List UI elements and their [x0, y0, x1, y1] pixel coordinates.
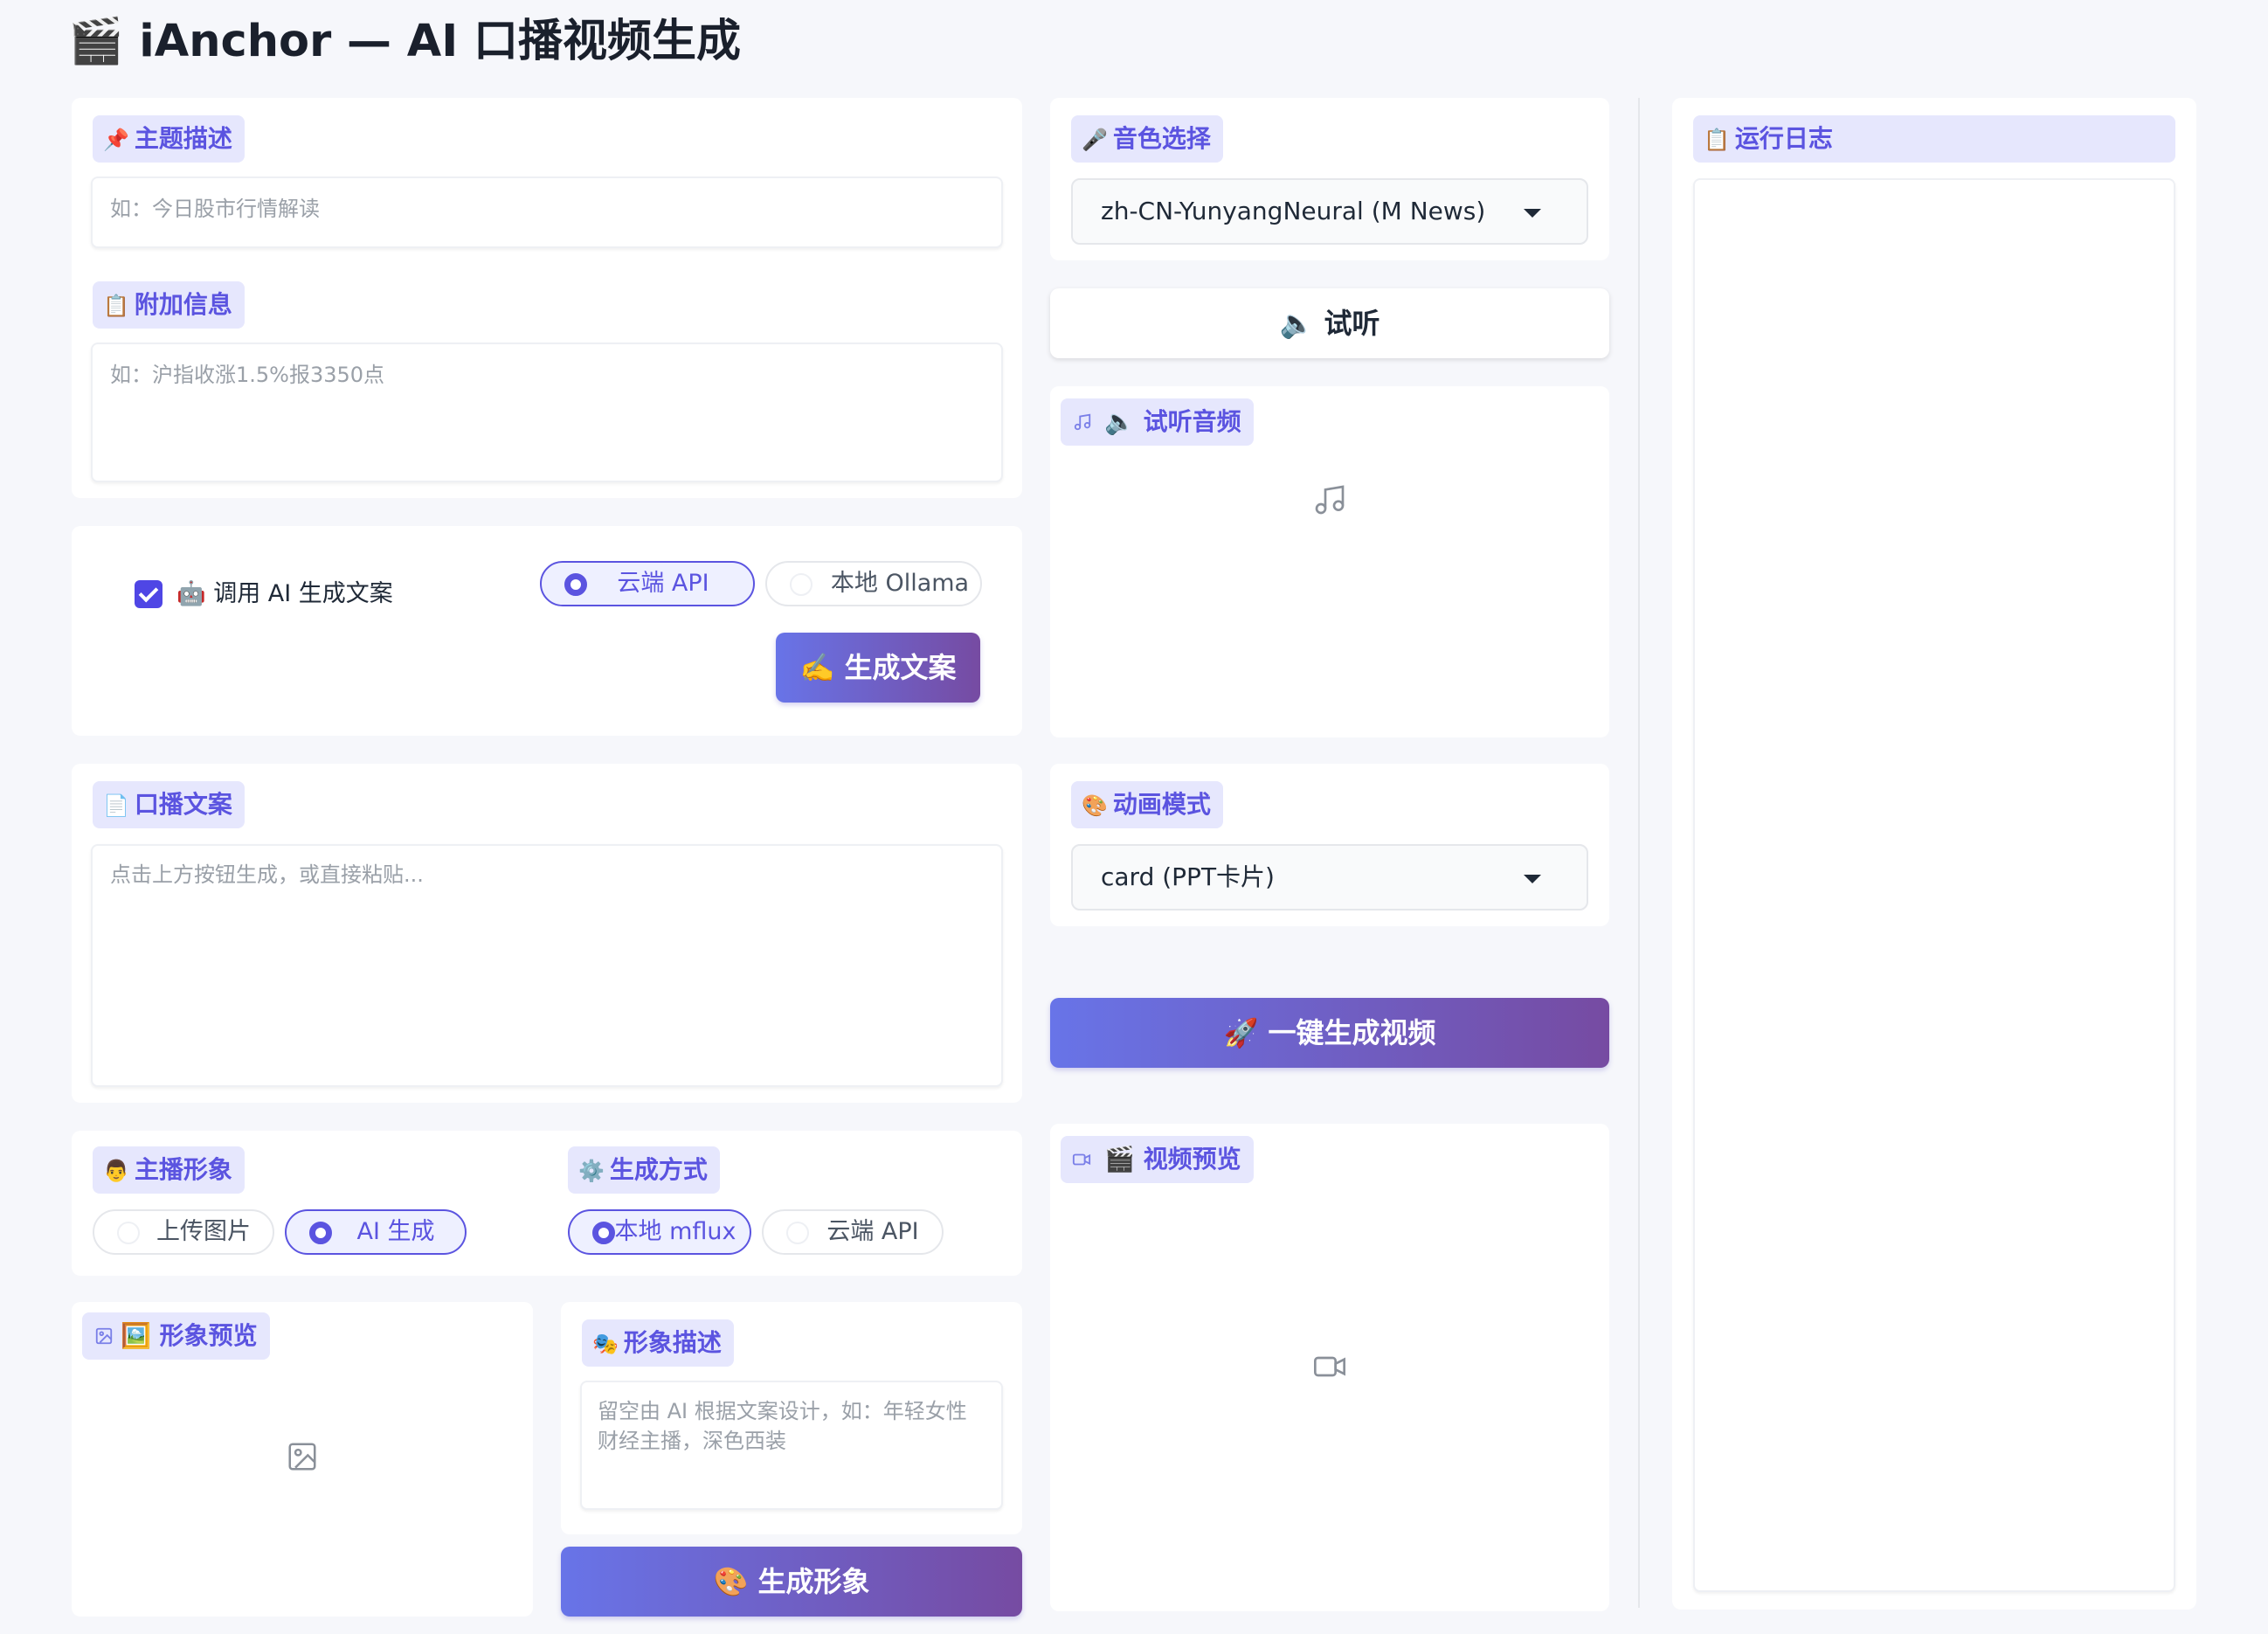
preview-audio-panel: 🔈 试听音频: [1050, 386, 1609, 737]
animation-select[interactable]: card (PPT卡片): [1071, 844, 1588, 910]
gen-method-label: ⚙️ 生成方式: [568, 1146, 720, 1194]
avatar-ai-generate[interactable]: AI 生成: [285, 1209, 467, 1255]
animation-label: 🎨 动画模式: [1071, 781, 1223, 828]
video-preview-panel: 🎬 视频预览: [1050, 1124, 1609, 1611]
log-output[interactable]: [1693, 178, 2175, 1592]
avatar-description-panel: 🎭 形象描述 留空由 AI 根据文案设计，如：年轻女性财经主播，深色西装: [561, 1302, 1022, 1534]
extra-info-label: 📋 附加信息: [93, 281, 245, 329]
gen-method-local-mflux[interactable]: 本地 mflux: [568, 1209, 751, 1255]
pushpin-icon: 📌: [103, 128, 129, 152]
avatar-label: 👨 主播形象: [93, 1146, 245, 1194]
page-title: 🎬 iAnchor — AI 口播视频生成: [68, 16, 741, 67]
ai-copy-checkbox-label: 🤖 调用 AI 生成文案: [176, 580, 393, 607]
voice-select[interactable]: zh-CN-YunyangNeural (M News): [1071, 178, 1588, 245]
clipboard-icon: 📋: [103, 294, 129, 318]
generate-copy-button[interactable]: ✍️ 生成文案: [776, 633, 980, 703]
video-camera-icon: [1072, 1153, 1091, 1166]
microphone-icon: 🎤: [1082, 128, 1108, 152]
generate-video-button[interactable]: 🚀 一键生成视频: [1050, 998, 1609, 1068]
avatar-preview-panel: 🖼️ 形象预览: [72, 1302, 533, 1617]
video-preview-label: 🎬 视频预览: [1061, 1136, 1254, 1183]
topic-input[interactable]: 如：今日股市行情解读: [91, 177, 1003, 248]
gear-icon: ⚙️: [578, 1159, 605, 1183]
gen-method-cloud-api[interactable]: 云端 API: [762, 1209, 944, 1255]
avatar-preview-label: 🖼️ 形象预览: [82, 1312, 270, 1360]
log-panel: 📋 运行日志: [1672, 98, 2196, 1610]
chevron-down-icon: [1524, 209, 1541, 218]
column-divider: [1638, 98, 1640, 1608]
voice-panel: 🎤 音色选择 zh-CN-YunyangNeural (M News): [1050, 98, 1609, 260]
script-textarea[interactable]: 点击上方按钮生成，或直接粘贴...: [91, 844, 1003, 1087]
image-placeholder-icon: [288, 1443, 316, 1471]
music-note-icon: [1074, 413, 1091, 431]
video-placeholder-icon: [1314, 1356, 1345, 1377]
chevron-down-icon: [1524, 875, 1541, 883]
avatar-description-label: 🎭 形象描述: [582, 1319, 734, 1367]
topic-label: 📌 主题描述: [93, 115, 245, 163]
preview-audio-label: 🔈 试听音频: [1061, 398, 1254, 446]
voice-label: 🎤 音色选择: [1071, 115, 1223, 163]
log-label: 📋 运行日志: [1693, 115, 2175, 163]
music-placeholder-icon: [1315, 485, 1345, 515]
person-icon: 👨: [103, 1159, 129, 1183]
preview-voice-button[interactable]: 🔈 试听: [1050, 288, 1609, 358]
extra-info-textarea[interactable]: 如：沪指收涨1.5%报3350点: [91, 343, 1003, 482]
mask-icon: 🎭: [592, 1332, 619, 1356]
topic-panel: 📌 主题描述 如：今日股市行情解读 📋 附加信息 如：沪指收涨1.5%报3350点: [72, 98, 1022, 498]
script-panel: 📄 口播文案 点击上方按钮生成，或直接粘贴...: [72, 764, 1022, 1103]
avatar-upload-image[interactable]: 上传图片: [93, 1209, 274, 1255]
avatar-options-panel: 👨 主播形象 上传图片 AI 生成 ⚙️ 生成方式 本地 mflux 云端 API: [72, 1131, 1022, 1276]
script-label: 📄 口播文案: [93, 781, 245, 828]
clipboard-icon: 📋: [1704, 128, 1730, 152]
copy-source-cloud-api[interactable]: 云端 API: [540, 561, 755, 606]
document-icon: 📄: [103, 793, 129, 818]
image-icon: [95, 1327, 113, 1345]
ai-copy-checkbox[interactable]: [135, 580, 162, 608]
palette-icon: 🎨: [1082, 793, 1108, 818]
generate-avatar-button[interactable]: 🎨 生成形象: [561, 1547, 1022, 1617]
animation-panel: 🎨 动画模式 card (PPT卡片): [1050, 764, 1609, 926]
copy-source-local-ollama[interactable]: 本地 Ollama: [765, 561, 982, 606]
ai-copy-panel: 🤖 调用 AI 生成文案 云端 API 本地 Ollama ✍️ 生成文案: [72, 526, 1022, 736]
avatar-description-textarea[interactable]: 留空由 AI 根据文案设计，如：年轻女性财经主播，深色西装: [580, 1381, 1003, 1510]
